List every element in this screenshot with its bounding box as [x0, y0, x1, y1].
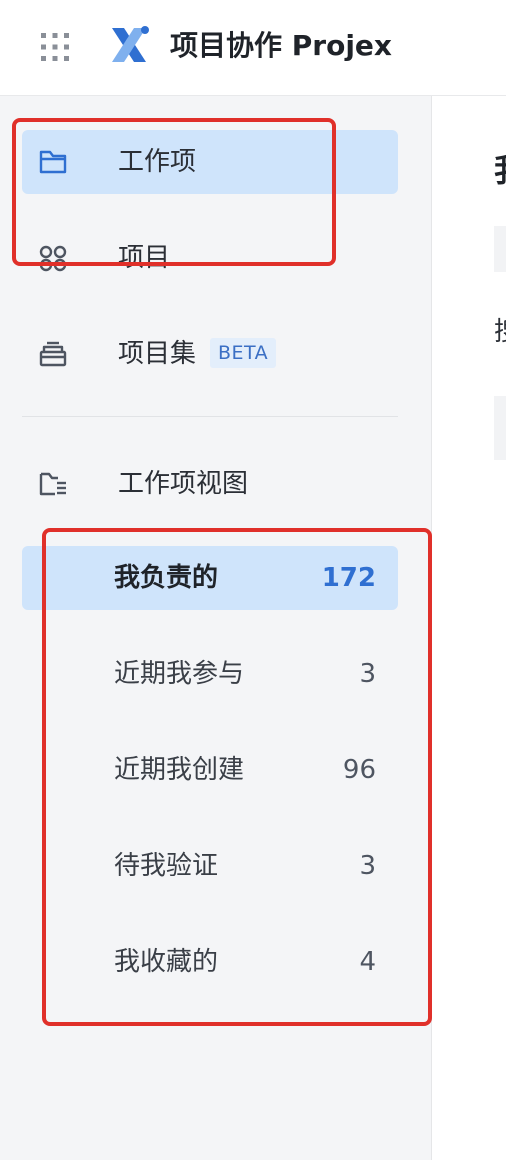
- page-title: 我: [494, 148, 506, 192]
- top-bar: 项目协作 Projex: [0, 0, 506, 96]
- main-content: 我 搜: [432, 96, 506, 1160]
- toolbar-placeholder: [494, 226, 506, 272]
- beta-badge: BETA: [210, 338, 277, 368]
- annotation-box-views: [42, 528, 432, 1026]
- search-label: 搜: [494, 314, 506, 350]
- folder-list-icon: [39, 472, 66, 496]
- sidebar-item-label: 项目集: [118, 339, 197, 369]
- app-title: 项目协作 Projex: [170, 29, 392, 62]
- sidebar-item-program[interactable]: 项目集 BETA: [22, 322, 398, 386]
- sidebar-divider: [22, 416, 398, 417]
- projex-logo-icon[interactable]: [106, 22, 152, 68]
- sidebar-item-work-item-views[interactable]: 工作项视图: [22, 452, 398, 516]
- sidebar-item-label: 工作项视图: [118, 469, 249, 499]
- search-input[interactable]: [494, 396, 506, 460]
- annotation-box-nav: [12, 118, 336, 266]
- stack-icon: [39, 341, 67, 367]
- grid-dots-icon[interactable]: [40, 32, 70, 62]
